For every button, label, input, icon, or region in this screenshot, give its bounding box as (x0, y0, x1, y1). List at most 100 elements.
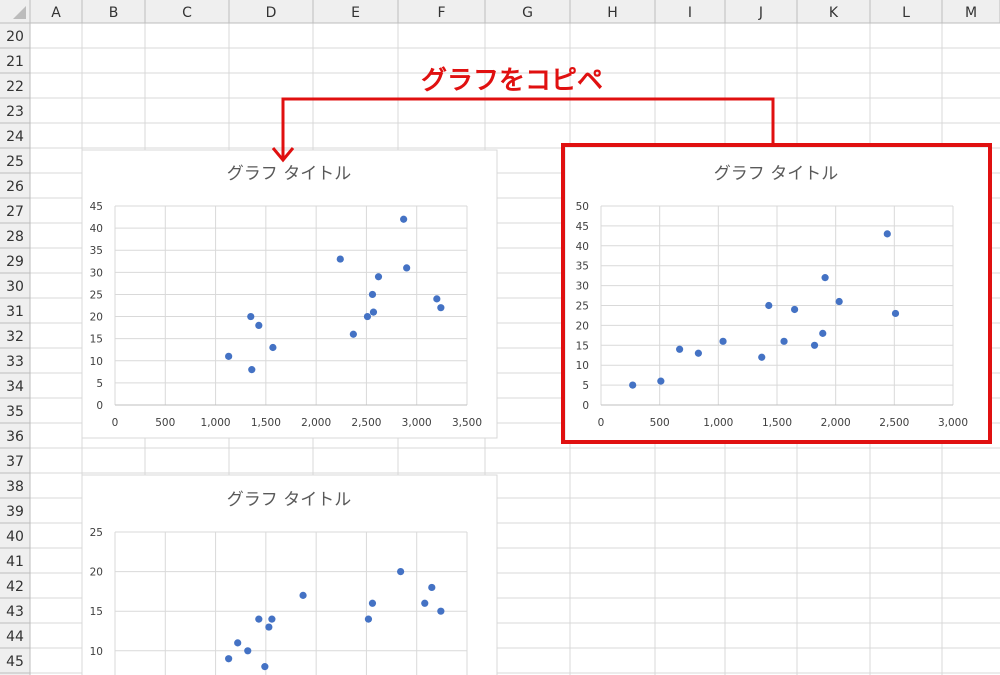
data-point[interactable] (363, 312, 372, 321)
data-point[interactable] (676, 345, 684, 353)
row-header-34[interactable]: 34 (6, 379, 24, 395)
data-point[interactable] (883, 230, 891, 238)
y-tick-label: 35 (90, 245, 103, 257)
data-point[interactable] (268, 615, 276, 623)
data-point[interactable] (244, 647, 252, 655)
annotation-label: グラフをコピペ (421, 66, 603, 96)
column-header-E[interactable]: E (351, 5, 360, 21)
data-point[interactable] (719, 337, 727, 345)
column-header-C[interactable]: C (182, 5, 192, 21)
data-point[interactable] (657, 377, 665, 385)
column-header-L[interactable]: L (902, 5, 910, 21)
column-header-A[interactable]: A (51, 5, 61, 21)
row-header-43[interactable]: 43 (6, 604, 24, 620)
data-point[interactable] (265, 623, 273, 631)
row-header-30[interactable]: 30 (6, 279, 24, 295)
data-point[interactable] (364, 615, 373, 623)
data-point[interactable] (629, 381, 637, 389)
row-header-37[interactable]: 37 (6, 454, 24, 470)
x-tick-label: 0 (598, 417, 605, 429)
data-point[interactable] (369, 308, 378, 316)
scatter-chart-1[interactable]: グラフ タイトル 0 500 1,000 1,500 2,000 2,500 3,000 3,… (81, 149, 498, 439)
row-header-22[interactable]: 22 (6, 79, 24, 95)
column-header-H[interactable]: H (607, 5, 618, 21)
data-point[interactable] (397, 568, 405, 576)
row-header-45[interactable]: 45 (6, 654, 24, 670)
data-point[interactable] (421, 599, 429, 607)
data-point[interactable] (255, 321, 263, 329)
data-point[interactable] (225, 352, 233, 360)
column-header-F[interactable]: F (437, 5, 445, 21)
data-point[interactable] (891, 309, 900, 318)
data-point[interactable] (269, 343, 277, 352)
data-point[interactable] (349, 330, 357, 338)
column-header-K[interactable]: K (829, 5, 839, 21)
row-header-25[interactable]: 25 (6, 154, 24, 170)
data-point[interactable] (400, 215, 408, 223)
data-point[interactable] (403, 264, 411, 272)
y-tick-label: 10 (90, 356, 103, 368)
column-header-J[interactable]: J (758, 5, 763, 21)
y-tick-label: 0 (582, 400, 589, 412)
y-tick-label: 0 (96, 400, 103, 412)
data-point[interactable] (336, 255, 344, 263)
data-point[interactable] (835, 297, 843, 306)
chart-title[interactable]: グラフ タイトル (714, 164, 838, 184)
data-point[interactable] (780, 337, 788, 345)
column-header-I[interactable]: I (688, 5, 692, 21)
data-point[interactable] (261, 663, 269, 671)
row-header-39[interactable]: 39 (6, 504, 24, 520)
column-header-M[interactable]: M (965, 5, 977, 21)
data-point[interactable] (810, 341, 819, 349)
row-header-32[interactable]: 32 (6, 329, 24, 345)
y-tick-label: 10 (576, 360, 589, 372)
row-header-21[interactable]: 21 (6, 54, 24, 70)
data-point[interactable] (758, 353, 766, 361)
data-point[interactable] (437, 607, 445, 615)
data-point[interactable] (765, 301, 773, 310)
x-tick-label: 2,000 (301, 417, 331, 429)
data-point[interactable] (374, 273, 383, 281)
row-header-44[interactable]: 44 (6, 629, 24, 645)
spreadsheet-grid[interactable]: A B C D E F G H I J K L M 20 21 22 23 24 25 26 27 28 29 30 31 32 3… (0, 0, 1000, 675)
data-point[interactable] (368, 290, 377, 299)
data-point[interactable] (248, 366, 256, 374)
scatter-chart-2[interactable]: グラフ タイトル 0 500 1,000 1,500 2,000 2,500 3,000 0 5… (561, 143, 992, 444)
chart-title[interactable]: グラフ タイトル (227, 164, 351, 184)
data-point[interactable] (819, 329, 827, 337)
data-point[interactable] (247, 312, 255, 321)
scatter-chart-3[interactable]: グラフ タイトル 10 15 20 25 (81, 474, 498, 675)
row-header-41[interactable]: 41 (6, 554, 24, 570)
row-header-24[interactable]: 24 (6, 129, 24, 145)
row-header-23[interactable]: 23 (6, 104, 24, 120)
data-point[interactable] (255, 615, 263, 623)
data-point[interactable] (791, 305, 799, 314)
data-point[interactable] (428, 583, 436, 592)
column-header-D[interactable]: D (266, 5, 277, 21)
data-point[interactable] (821, 274, 829, 282)
row-header-40[interactable]: 40 (6, 529, 24, 545)
data-point[interactable] (433, 295, 441, 303)
x-tick-label: 2,500 (351, 417, 381, 429)
row-header-28[interactable]: 28 (6, 229, 24, 245)
column-header-B[interactable]: B (109, 5, 119, 21)
data-point[interactable] (299, 591, 307, 599)
y-tick-label: 45 (90, 201, 103, 213)
row-header-27[interactable]: 27 (6, 204, 24, 220)
row-header-42[interactable]: 42 (6, 579, 24, 595)
data-point[interactable] (225, 655, 233, 663)
row-header-36[interactable]: 36 (6, 429, 24, 445)
row-header-29[interactable]: 29 (6, 254, 24, 270)
chart-title[interactable]: グラフ タイトル (227, 490, 351, 510)
row-header-35[interactable]: 35 (6, 404, 24, 420)
row-header-33[interactable]: 33 (6, 354, 24, 370)
row-header-31[interactable]: 31 (6, 304, 24, 320)
data-point[interactable] (368, 599, 377, 607)
row-header-20[interactable]: 20 (6, 29, 24, 45)
column-header-G[interactable]: G (522, 5, 533, 21)
row-header-38[interactable]: 38 (6, 479, 24, 495)
row-header-26[interactable]: 26 (6, 179, 24, 195)
data-point[interactable] (234, 639, 242, 647)
data-point[interactable] (437, 304, 445, 312)
data-point[interactable] (694, 349, 702, 357)
